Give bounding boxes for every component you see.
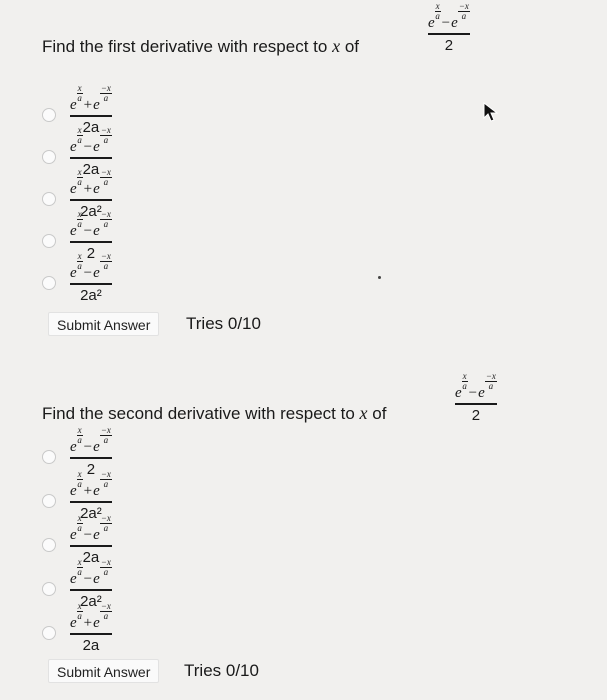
exponent-fraction: xa	[76, 425, 83, 445]
exponent-fraction: −x a	[99, 251, 112, 271]
exp-base: e	[93, 571, 100, 587]
exponent-fraction: −x a	[99, 513, 112, 533]
question-2-tries: Tries 0/10	[184, 661, 259, 680]
exponent-fraction: xa	[76, 469, 83, 489]
exponent-fraction: −x a	[99, 601, 112, 621]
exp-base: e	[70, 223, 77, 239]
exp-base: e	[70, 439, 77, 455]
exponent-fraction: −x a	[99, 83, 112, 103]
exponent-fraction: −x a	[99, 469, 112, 489]
exponent-fraction: xa	[434, 1, 441, 21]
exponent-fraction: −x a	[484, 371, 497, 391]
exponent-fraction: xa	[76, 601, 83, 621]
exponent-fraction: −x a	[99, 209, 112, 229]
question-2-prompt: Find the second derivative with respect …	[42, 403, 386, 424]
prompt-text: Find the second derivative with respect …	[42, 404, 355, 423]
exp-base: e	[93, 139, 100, 155]
exp-base: e	[70, 139, 77, 155]
exponent-fraction: xa	[76, 125, 83, 145]
function-expression: e x a −e −x a 2	[455, 371, 497, 424]
prompt-variable: x	[332, 36, 341, 56]
exponent-fraction: xa	[76, 251, 83, 271]
exp-base: e	[451, 15, 458, 31]
option-radio[interactable]	[42, 450, 56, 464]
exp-base: e	[70, 265, 77, 281]
option-radio[interactable]	[42, 234, 56, 248]
exp-base: e	[93, 527, 100, 543]
exp-base: e	[93, 97, 100, 113]
option-radio[interactable]	[42, 494, 56, 508]
exp-base: e	[70, 483, 77, 499]
exp-base: e	[70, 97, 77, 113]
option-expression: e x a +e −x a 2a	[70, 601, 112, 654]
exponent-fraction: xa	[76, 557, 83, 577]
option-radio[interactable]	[42, 192, 56, 206]
exp-base: e	[93, 483, 100, 499]
question-1-prompt: Find the first derivative with respect t…	[42, 36, 359, 57]
stray-dot	[378, 276, 381, 279]
exp-base: e	[70, 181, 77, 197]
exp-base: e	[70, 615, 77, 631]
exp-base: e	[478, 385, 485, 401]
exp-base: e	[93, 223, 100, 239]
prompt-suffix: of	[372, 404, 387, 423]
prompt-variable: x	[359, 403, 368, 423]
exponent-fraction: −x a	[99, 167, 112, 187]
exp-base: e	[70, 527, 77, 543]
question-1-tries: Tries 0/10	[186, 314, 261, 333]
exponent-fraction: −x a	[99, 125, 112, 145]
option-expression: e x a −e −x a 2a²	[70, 251, 112, 304]
prompt-text: Find the first derivative with respect t…	[42, 37, 328, 56]
option-radio[interactable]	[42, 626, 56, 640]
option-radio[interactable]	[42, 538, 56, 552]
exp-base: e	[70, 571, 77, 587]
exponent-fraction: xa	[461, 371, 468, 391]
prompt-suffix: of	[344, 37, 359, 56]
option-radio[interactable]	[42, 582, 56, 596]
exp-base: e	[93, 615, 100, 631]
exp-base: e	[93, 265, 100, 281]
option-radio[interactable]	[42, 276, 56, 290]
exp-base: e	[93, 439, 100, 455]
exponent-fraction: −x a	[99, 425, 112, 445]
exponent-fraction: xa	[76, 513, 83, 533]
function-expression: e x a −e −x a 2	[428, 1, 470, 54]
cursor-arrow-icon	[483, 102, 499, 122]
exponent-fraction: xa	[76, 167, 83, 187]
question-2-submit-button[interactable]: Submit Answer	[48, 659, 160, 683]
exp-base: e	[93, 181, 100, 197]
exp-base: e	[455, 385, 462, 401]
option-radio[interactable]	[42, 108, 56, 122]
exp-base: e	[428, 15, 435, 31]
exponent-fraction: xa	[76, 83, 83, 103]
option-radio[interactable]	[42, 150, 56, 164]
question-1-submit-button[interactable]: Submit Answer	[48, 312, 160, 336]
exponent-fraction: −x a	[99, 557, 112, 577]
exponent-fraction: −x a	[457, 1, 470, 21]
exponent-fraction: xa	[76, 209, 83, 229]
